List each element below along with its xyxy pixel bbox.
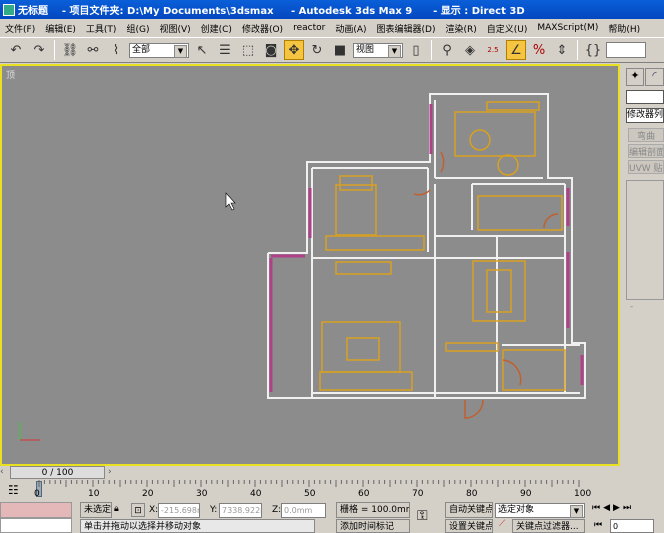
x-label: X: xyxy=(149,505,159,515)
tick-label: 100 xyxy=(574,489,592,499)
floor-plan xyxy=(19,93,586,441)
next-frame-icon[interactable]: › xyxy=(108,467,112,477)
tick-label: 10 xyxy=(88,489,100,499)
absolute-mode-icon[interactable]: ⊡ xyxy=(131,503,145,517)
key-filter-icon: ⟋ xyxy=(499,519,506,529)
tick-label: 20 xyxy=(142,489,154,499)
current-frame-field[interactable]: 0 xyxy=(610,519,654,533)
ruler-ticks xyxy=(38,480,580,487)
grid-size: 栅格 = 100.0mm xyxy=(336,502,410,518)
walls xyxy=(267,93,586,399)
x-coordinate-field[interactable]: -215.698m xyxy=(158,503,200,518)
z-coordinate-field[interactable]: 0.0mm xyxy=(281,503,326,518)
tick-label: 80 xyxy=(466,489,478,499)
tick-label: 60 xyxy=(358,489,370,499)
tick-label: 0 xyxy=(34,489,40,499)
create-tab-icon[interactable]: ✦ xyxy=(626,68,644,86)
modifier-list-dropdown[interactable]: 修改器列表 xyxy=(626,108,664,123)
furniture xyxy=(319,101,566,391)
tick-label: 30 xyxy=(196,489,208,499)
pin-stack-button[interactable]: - xyxy=(630,302,633,312)
mouse-cursor-icon xyxy=(225,192,236,211)
modify-tab-icon[interactable]: ◜ xyxy=(645,68,664,86)
key-icon[interactable]: ⚿ xyxy=(417,508,428,524)
z-label: Z: xyxy=(272,505,282,515)
top-viewport[interactable]: 顶 xyxy=(0,64,620,466)
maxscript-input[interactable] xyxy=(0,518,72,533)
track-bar[interactable]: ☷ 0 10 20 30 40 50 60 70 80 90 100 xyxy=(0,480,620,500)
goto-start-icon[interactable]: ⏮ xyxy=(594,520,602,530)
playback-controls[interactable]: ⏮◀▶⏭ xyxy=(592,503,634,513)
prompt-line: 单击并拖动以选择并移动对象 xyxy=(80,519,315,533)
object-name-input[interactable] xyxy=(626,90,664,104)
modifier-stack[interactable] xyxy=(626,180,664,300)
time-slider[interactable]: ‹ 0 / 100 › xyxy=(0,466,620,480)
set-key-button[interactable]: 设置关键点 xyxy=(445,519,493,533)
lock-icon[interactable]: 🔒︎ xyxy=(114,504,119,514)
auto-key-button[interactable]: 自动关键点 xyxy=(445,502,493,518)
edit-profile-button[interactable]: 编辑剖面 xyxy=(628,144,664,158)
bend-button[interactable]: 弯曲 xyxy=(628,128,664,142)
tick-label: 90 xyxy=(520,489,532,499)
prev-frame-icon[interactable]: ‹ xyxy=(0,467,8,477)
time-slider-thumb[interactable]: 0 / 100 xyxy=(10,466,105,479)
selection-status: 未选定 xyxy=(80,502,112,518)
y-label: Y: xyxy=(210,505,218,515)
tick-label: 40 xyxy=(250,489,262,499)
add-time-tag-button[interactable]: 添加时间标记 xyxy=(336,519,410,533)
tick-label: 70 xyxy=(412,489,424,499)
key-filters-button[interactable]: 关键点过滤器... xyxy=(512,519,585,533)
axis-tripod-icon xyxy=(19,422,40,441)
y-coordinate-field[interactable]: 7338.922m xyxy=(219,503,262,518)
command-panel: ✦ ◜ 修改器列表 弯曲 编辑剖面 UVW 贴图 - xyxy=(620,64,664,500)
key-mode-dropdown[interactable]: 选定对象 xyxy=(495,503,585,518)
maxscript-listener-mini[interactable] xyxy=(0,502,72,518)
uvw-map-button[interactable]: UVW 贴图 xyxy=(628,160,664,174)
tick-label: 50 xyxy=(304,489,316,499)
